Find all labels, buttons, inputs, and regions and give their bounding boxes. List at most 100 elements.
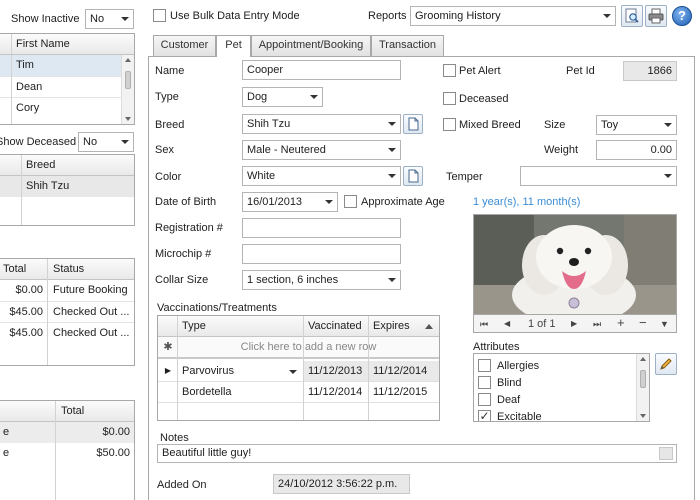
sex-label: Sex (155, 144, 174, 156)
tab-customer[interactable]: Customer (153, 35, 216, 56)
reports-select[interactable]: Grooming History (410, 6, 616, 26)
chevron-down-icon (388, 122, 396, 126)
scroll-up-icon[interactable] (125, 58, 131, 62)
tab-appointment-booking[interactable]: Appointment/Booking (251, 35, 371, 56)
temper-select[interactable] (520, 166, 677, 186)
attributes-scrollbar[interactable] (636, 354, 649, 421)
breed-header[interactable]: Breed (22, 155, 59, 175)
total-header[interactable]: Total (0, 259, 30, 279)
type-select[interactable]: Dog (242, 87, 323, 107)
notes-expand-icon[interactable] (659, 447, 673, 460)
nav-add-icon[interactable]: + (617, 316, 625, 330)
nav-remove-icon[interactable]: − (639, 316, 647, 330)
vacc-vaccinated-header[interactable]: Vaccinated (304, 316, 366, 336)
status-header[interactable]: Status (49, 259, 88, 279)
deceased-checkbox[interactable] (443, 92, 456, 105)
attribute-checkbox-checked[interactable]: ✓ (478, 410, 491, 421)
show-deceased-select[interactable]: No (78, 132, 134, 152)
attribute-item[interactable]: Allergies (478, 357, 628, 374)
new-row-placeholder[interactable]: ✱ Click here to add a new row (158, 337, 439, 359)
vacc-row[interactable]: ▶ Parvovirus 11/12/2013 11/12/2014 (158, 361, 439, 382)
tab-transaction[interactable]: Transaction (371, 35, 444, 56)
pencil-icon (660, 358, 672, 370)
totals-grid-header: Total (0, 401, 134, 422)
attribute-item[interactable]: ✓ Excitable (478, 408, 628, 422)
print-report-button[interactable] (645, 5, 667, 27)
owners-grid-header: First Name (0, 34, 134, 55)
edit-attributes-button[interactable] (655, 353, 677, 375)
pet-alert-label: Pet Alert (459, 65, 501, 77)
booking-row[interactable]: $0.00 Future Booking (0, 280, 134, 301)
scroll-down-icon[interactable] (640, 414, 646, 418)
totals-row[interactable]: e $50.00 (0, 443, 134, 464)
attribute-item[interactable]: Blind (478, 374, 628, 391)
scroll-thumb[interactable] (125, 71, 131, 89)
size-select[interactable]: Toy (596, 115, 677, 135)
notes-label: Notes (160, 432, 189, 444)
preview-report-button[interactable] (621, 5, 643, 27)
tab-pet[interactable]: Pet (216, 35, 251, 57)
nav-first-icon[interactable]: ⏮ (480, 317, 488, 331)
nav-next-icon[interactable]: ▶ (571, 317, 577, 331)
totals-amount: $0.00 (102, 426, 130, 438)
vacc-expires-header[interactable]: Expires (369, 316, 414, 336)
microchip-label: Microchip # (155, 248, 212, 260)
breed-label: Breed (155, 119, 185, 131)
microchip-input[interactable] (242, 244, 401, 264)
attribute-checkbox[interactable] (478, 359, 491, 372)
weight-input[interactable]: 0.00 (596, 140, 677, 160)
approximate-age-checkbox[interactable] (344, 195, 357, 208)
owner-first-name: Dean (16, 81, 43, 93)
name-input[interactable]: Cooper (242, 60, 401, 80)
totals-row[interactable]: e $0.00 (0, 422, 134, 443)
notes-input[interactable]: Beautiful little guy! (157, 444, 677, 463)
bulk-entry-label: Use Bulk Data Entry Mode (170, 10, 300, 22)
scroll-up-icon[interactable] (640, 357, 646, 361)
scroll-down-icon[interactable] (125, 117, 131, 121)
new-row-hint: Click here to add a new row (240, 341, 377, 353)
color-details-button[interactable] (403, 166, 423, 186)
booking-row[interactable]: $45.00 Checked Out ... (0, 322, 134, 343)
attribute-item[interactable]: Deaf (478, 391, 628, 408)
approximate-age-label: Approximate Age (361, 196, 445, 208)
color-select[interactable]: White (242, 166, 401, 186)
show-inactive-select[interactable]: No (85, 9, 134, 29)
first-name-header[interactable]: First Name (12, 34, 74, 54)
vacc-type-header[interactable]: Type (178, 316, 210, 336)
scroll-thumb[interactable] (640, 370, 646, 388)
added-on-field: 24/10/2012 3:56:22 p.m. (273, 474, 410, 494)
mixed-breed-checkbox[interactable] (443, 118, 456, 131)
attribute-label: Excitable (497, 411, 542, 422)
filter-icon[interactable]: ▼ (660, 317, 669, 331)
booking-total: $45.00 (9, 306, 43, 318)
document-icon (408, 169, 419, 183)
chevron-down-icon[interactable] (289, 370, 297, 374)
owners-grid: First Name Tim Dean Cory (0, 33, 135, 125)
bulk-entry-checkbox[interactable] (153, 9, 166, 22)
pet-alert-checkbox[interactable] (443, 64, 456, 77)
vacc-row[interactable]: Bordetella 11/12/2014 11/12/2015 (158, 382, 439, 403)
sex-select[interactable]: Male - Neutered (242, 140, 401, 160)
collar-size-select[interactable]: 1 section, 6 inches (242, 270, 401, 290)
totals-total-header[interactable]: Total (57, 401, 88, 421)
owners-scrollbar[interactable] (121, 55, 134, 124)
booking-row[interactable]: $45.00 Checked Out ... (0, 301, 134, 322)
attribute-checkbox[interactable] (478, 393, 491, 406)
attribute-checkbox[interactable] (478, 376, 491, 389)
nav-prev-icon[interactable]: ◀ (504, 317, 510, 331)
breed-select[interactable]: Shih Tzu (242, 114, 401, 134)
totals-row-label: e (3, 426, 10, 438)
sort-ascending-icon[interactable] (425, 324, 433, 329)
registration-input[interactable] (242, 218, 401, 238)
owner-row-selected[interactable]: Tim (0, 55, 121, 76)
dob-picker[interactable]: 16/01/2013 (242, 192, 338, 212)
color-label: Color (155, 171, 182, 183)
breed-details-button[interactable] (403, 114, 423, 134)
sex-value: Male - Neutered (247, 144, 326, 156)
owner-row[interactable]: Dean (0, 76, 121, 97)
nav-last-icon[interactable]: ⏭ (593, 317, 601, 331)
current-row-indicator-icon: ▶ (164, 366, 172, 375)
pet-breed: Shih Tzu (26, 180, 70, 192)
owner-row[interactable]: Cory (0, 97, 121, 118)
help-icon[interactable]: ? (672, 6, 692, 26)
